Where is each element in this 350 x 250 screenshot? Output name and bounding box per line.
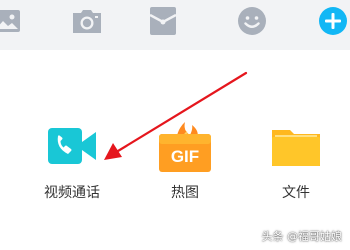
tile-label-file: 文件 bbox=[282, 185, 310, 201]
tile-file[interactable]: 文件 bbox=[256, 120, 336, 201]
folder-icon bbox=[270, 120, 322, 172]
plus-button[interactable] bbox=[318, 6, 348, 36]
tile-label-hot-gif: 热图 bbox=[171, 185, 199, 201]
camera-button[interactable] bbox=[72, 6, 102, 36]
watermark: 头条 @福哥姑娘 bbox=[261, 230, 343, 243]
tile-hot-gif[interactable]: GIF 热图 bbox=[145, 120, 225, 201]
video-call-icon bbox=[46, 120, 98, 172]
image-button[interactable] bbox=[0, 6, 22, 36]
gif-icon: GIF bbox=[159, 120, 211, 172]
tile-label-video-call: 视频通话 bbox=[44, 185, 100, 201]
plus-icon bbox=[318, 6, 348, 36]
gif-icon-text: GIF bbox=[171, 147, 199, 166]
camera-icon bbox=[72, 8, 102, 34]
red-envelope-button[interactable] bbox=[148, 6, 178, 36]
image-icon bbox=[0, 10, 20, 32]
input-toolbar bbox=[0, 0, 350, 50]
tile-video-call[interactable]: 视频通话 bbox=[32, 120, 112, 201]
emoji-button[interactable] bbox=[237, 6, 267, 36]
red-envelope-icon bbox=[150, 7, 176, 35]
emoji-icon bbox=[237, 6, 267, 36]
